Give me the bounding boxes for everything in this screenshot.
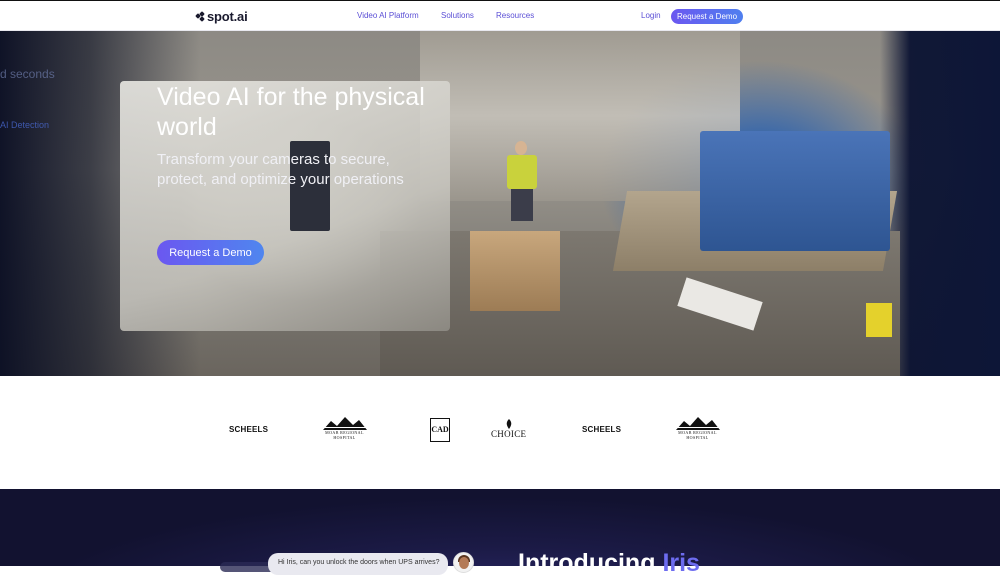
top-navigation: spot.ai Video AI Platform Solutions Reso…: [0, 0, 1000, 31]
hero-yellow-bin: [866, 303, 892, 337]
hero-bg-screen-text-2: AI Detection: [0, 120, 50, 130]
nav-link-resources[interactable]: Resources: [496, 11, 534, 20]
hero-warehouse-background: [420, 31, 740, 201]
moab-logo-subtext-2: HOSPITAL: [686, 435, 709, 440]
scheels-logo: SCHEELS: [229, 425, 269, 434]
chat-message-bubble: Hi Iris, can you unlock the doors when U…: [268, 553, 448, 575]
iris-title-accent: Iris: [662, 549, 700, 577]
nav-request-demo-button[interactable]: Request a Demo: [671, 9, 743, 24]
spot-logo-icon: [195, 10, 205, 22]
nav-link-video-ai-platform[interactable]: Video AI Platform: [357, 11, 419, 20]
moab-mountain-icon-2: [675, 417, 720, 430]
logo-text: spot.ai: [207, 8, 248, 24]
customer-logos-strip: SCHEELS MOAB REGIONAL HOSPITAL CAD CHOIC…: [0, 376, 1000, 489]
hero-boxes: [470, 231, 560, 311]
hero-section: d seconds AI Detection Video AI for the …: [0, 31, 1000, 376]
hero-blue-machine: [700, 131, 890, 251]
moab-mountain-icon: [322, 417, 367, 430]
hero-title: Video AI for the physical world: [157, 83, 425, 141]
scheels-logo-2: SCHEELS: [582, 425, 622, 434]
moab-hospital-logo: MOAB REGIONAL HOSPITAL: [322, 416, 367, 440]
iris-title-prefix: Introducing: [518, 549, 656, 577]
moab-hospital-logo-2: MOAB REGIONAL HOSPITAL: [675, 416, 720, 440]
login-link[interactable]: Login: [641, 11, 661, 20]
nav-link-solutions[interactable]: Solutions: [441, 11, 474, 20]
cad-logo: CAD: [430, 418, 450, 442]
hero-subtitle: Transform your cameras to secure, protec…: [157, 151, 404, 188]
hero-request-demo-button[interactable]: Request a Demo: [157, 240, 264, 265]
introducing-iris-section: Hi Iris, can you unlock the doors when U…: [0, 489, 1000, 577]
hero-bg-screen-text: d seconds: [0, 67, 55, 81]
choice-logo: CHOICE: [491, 419, 526, 439]
user-avatar: [453, 552, 474, 573]
spot-ai-logo[interactable]: spot.ai: [195, 8, 248, 24]
moab-logo-subtext: HOSPITAL: [333, 435, 356, 440]
iris-section-title: Introducing Iris: [518, 549, 700, 578]
choice-leaf-icon: [506, 419, 511, 429]
hero-worker-figure: [505, 141, 539, 221]
